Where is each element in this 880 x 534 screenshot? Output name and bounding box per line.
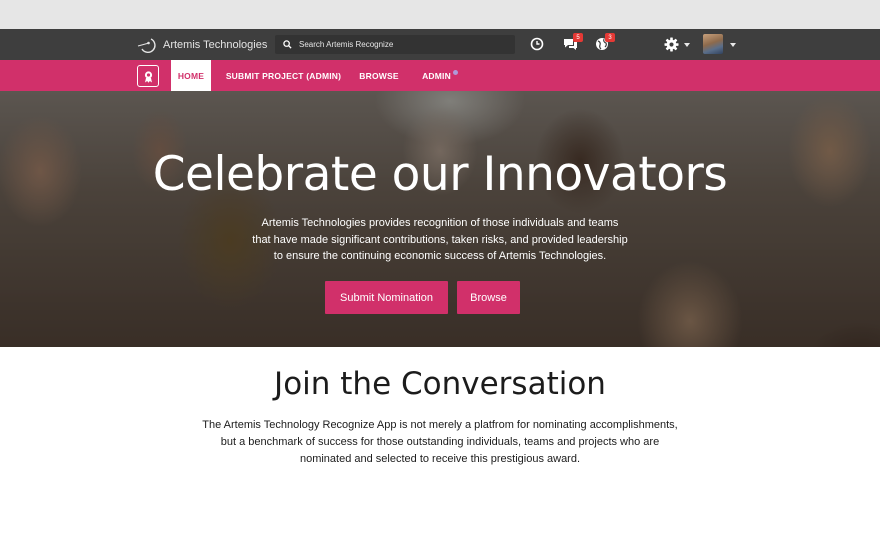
brand-name: Artemis Technologies (163, 39, 268, 51)
award-ribbon-icon (144, 70, 152, 83)
nav-submit-project[interactable]: SUBMIT PROJECT (ADMIN) (222, 60, 345, 91)
gear-icon (663, 36, 679, 52)
join-line: The Artemis Technology Recognize App is … (202, 419, 678, 431)
hero-line: Artemis Technologies provides recognitio… (261, 217, 619, 229)
history-button[interactable] (529, 36, 545, 52)
messages-badge: 5 (573, 33, 583, 42)
join-description: The Artemis Technology Recognize App is … (170, 417, 710, 468)
nav-browse[interactable]: BROWSE (354, 60, 404, 91)
hero-banner: Celebrate our Innovators Artemis Technol… (0, 91, 880, 347)
notifications-button[interactable]: 3 (594, 33, 615, 52)
clock-icon (530, 37, 544, 51)
messages-button[interactable]: 5 (562, 33, 583, 52)
search-input[interactable] (299, 40, 499, 49)
hero-line: that have made significant contributions… (252, 233, 628, 246)
join-line: nominated and selected to receive this p… (299, 453, 581, 465)
browser-chrome-bar (0, 0, 880, 29)
brand-logo[interactable]: Artemis Technologies (137, 35, 267, 55)
search-icon (283, 40, 292, 49)
nav-admin[interactable]: ADMIN (416, 60, 464, 91)
user-avatar[interactable] (703, 34, 723, 54)
search-bar[interactable] (275, 35, 515, 54)
nav-admin-label: ADMIN (422, 70, 451, 81)
browse-button[interactable]: Browse (457, 281, 520, 314)
nav-browse-label: BROWSE (359, 70, 399, 81)
hero-title: Celebrate our Innovators (152, 147, 728, 202)
join-title: Join the Conversation (274, 366, 606, 402)
join-line: but a benchmark of success for those out… (220, 436, 660, 448)
hero-description: Artemis Technologies provides recognitio… (190, 215, 690, 265)
notifications-badge: 3 (605, 33, 615, 42)
nav-home-label: HOME (177, 70, 205, 81)
submit-nomination-button[interactable]: Submit Nomination (325, 281, 448, 314)
top-header: Artemis Technologies 5 3 (0, 29, 880, 60)
main-nav: HOME SUBMIT PROJECT (ADMIN) BROWSE ADMIN (0, 60, 880, 91)
admin-indicator-dot (452, 70, 458, 75)
nav-submit-project-label: SUBMIT PROJECT (ADMIN) (225, 70, 342, 81)
profile-caret-icon[interactable] (730, 43, 736, 47)
settings-button[interactable] (662, 36, 680, 52)
artemis-logo-icon (137, 38, 156, 53)
hero-line: to ensure the continuing economic succes… (273, 250, 607, 262)
award-home-button[interactable] (137, 65, 159, 87)
nav-home[interactable]: HOME (171, 60, 211, 91)
settings-caret-icon[interactable] (684, 43, 690, 47)
